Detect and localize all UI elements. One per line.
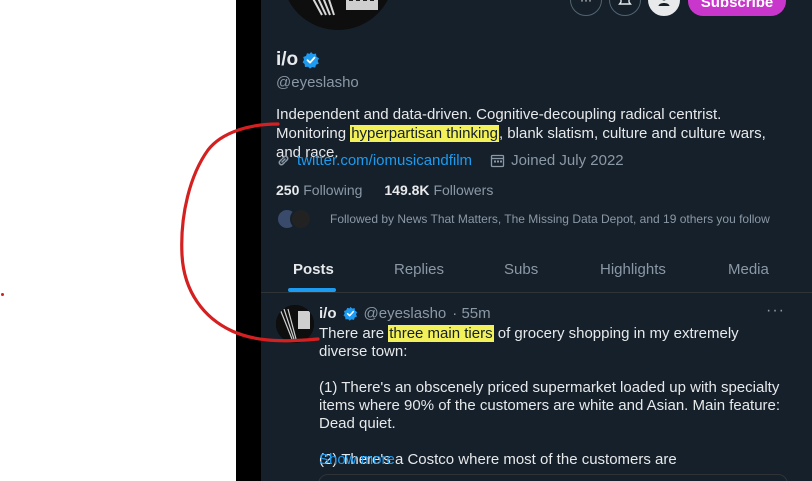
following-count: 250	[276, 182, 300, 198]
tab-label: Posts	[293, 261, 334, 278]
profile-meta: twitter.com/iomusicandfilm Joined July 2…	[276, 152, 624, 169]
website-link[interactable]: twitter.com/iomusicandfilm	[297, 152, 472, 169]
bio-highlight: hyperpartisan thinking	[350, 125, 499, 142]
profile-tabs: Posts Replies Subs Highlights Media	[261, 252, 812, 293]
mutual-avatar	[290, 208, 312, 230]
follow-stats: 250 Following 149.8K Followers	[276, 182, 493, 198]
show-more-link[interactable]: Show more	[319, 451, 395, 468]
tab-label: Replies	[394, 261, 445, 278]
mutual-avatars	[276, 208, 320, 230]
followers-label: Followers	[433, 182, 494, 198]
tab-label: Subs	[504, 261, 539, 278]
subscribe-button[interactable]: Subscribe	[688, 0, 786, 16]
tab-subs[interactable]: Subs	[504, 252, 538, 292]
tab-media[interactable]: Media	[728, 252, 769, 292]
verified-badge-icon	[343, 306, 357, 321]
followed-by-text: Followed by News That Matters, The Missi…	[330, 212, 770, 226]
post-paragraph: There are three main tiers of grocery sh…	[319, 325, 789, 361]
profile-panel: ··· Subscribe i/o @eyeslasho Independent…	[236, 0, 812, 481]
post-author-name[interactable]: i/o	[319, 305, 337, 322]
post-media-card[interactable]	[318, 474, 788, 481]
more-icon: ···	[580, 0, 592, 7]
post-highlight: three main tiers	[388, 325, 494, 342]
tab-label: Highlights	[600, 261, 666, 278]
tab-posts[interactable]: Posts	[293, 252, 334, 292]
profile-name-text: i/o	[276, 49, 299, 70]
post-paragraph: (1) There's an obscenely priced supermar…	[319, 379, 781, 432]
post-timestamp[interactable]: · 55m	[452, 305, 490, 322]
post-more-button[interactable]: ···	[766, 302, 785, 320]
link-icon	[278, 155, 289, 166]
joined-item: Joined July 2022	[490, 152, 624, 169]
post-author-handle[interactable]: @eyeslasho	[364, 305, 447, 322]
bell-icon	[618, 0, 632, 5]
website-item[interactable]: twitter.com/iomusicandfilm	[276, 152, 472, 169]
profile-handle: @eyeslasho	[276, 74, 359, 91]
joined-date: Joined July 2022	[511, 152, 624, 169]
profile-name: i/o	[276, 49, 320, 71]
followers-count: 149.8K	[384, 182, 430, 198]
following-link[interactable]: 250 Following	[276, 182, 362, 198]
tab-highlights[interactable]: Highlights	[600, 252, 666, 292]
calendar-icon	[490, 154, 505, 168]
followers-link[interactable]: 149.8K Followers	[384, 182, 493, 198]
more-icon: ···	[766, 302, 785, 319]
post-header: i/o @eyeslasho · 55m	[319, 305, 491, 322]
followed-by[interactable]: Followed by News That Matters, The Missi…	[276, 208, 770, 230]
active-tab-indicator	[288, 288, 336, 292]
tab-label: Media	[728, 261, 769, 278]
person-icon	[658, 0, 670, 6]
tab-replies[interactable]: Replies	[394, 252, 444, 292]
verified-badge-icon	[302, 52, 320, 69]
post-text-start: There are	[319, 325, 389, 342]
post-avatar[interactable]	[276, 305, 314, 343]
annotation-dot	[1, 293, 4, 296]
following-label: Following	[303, 182, 363, 198]
